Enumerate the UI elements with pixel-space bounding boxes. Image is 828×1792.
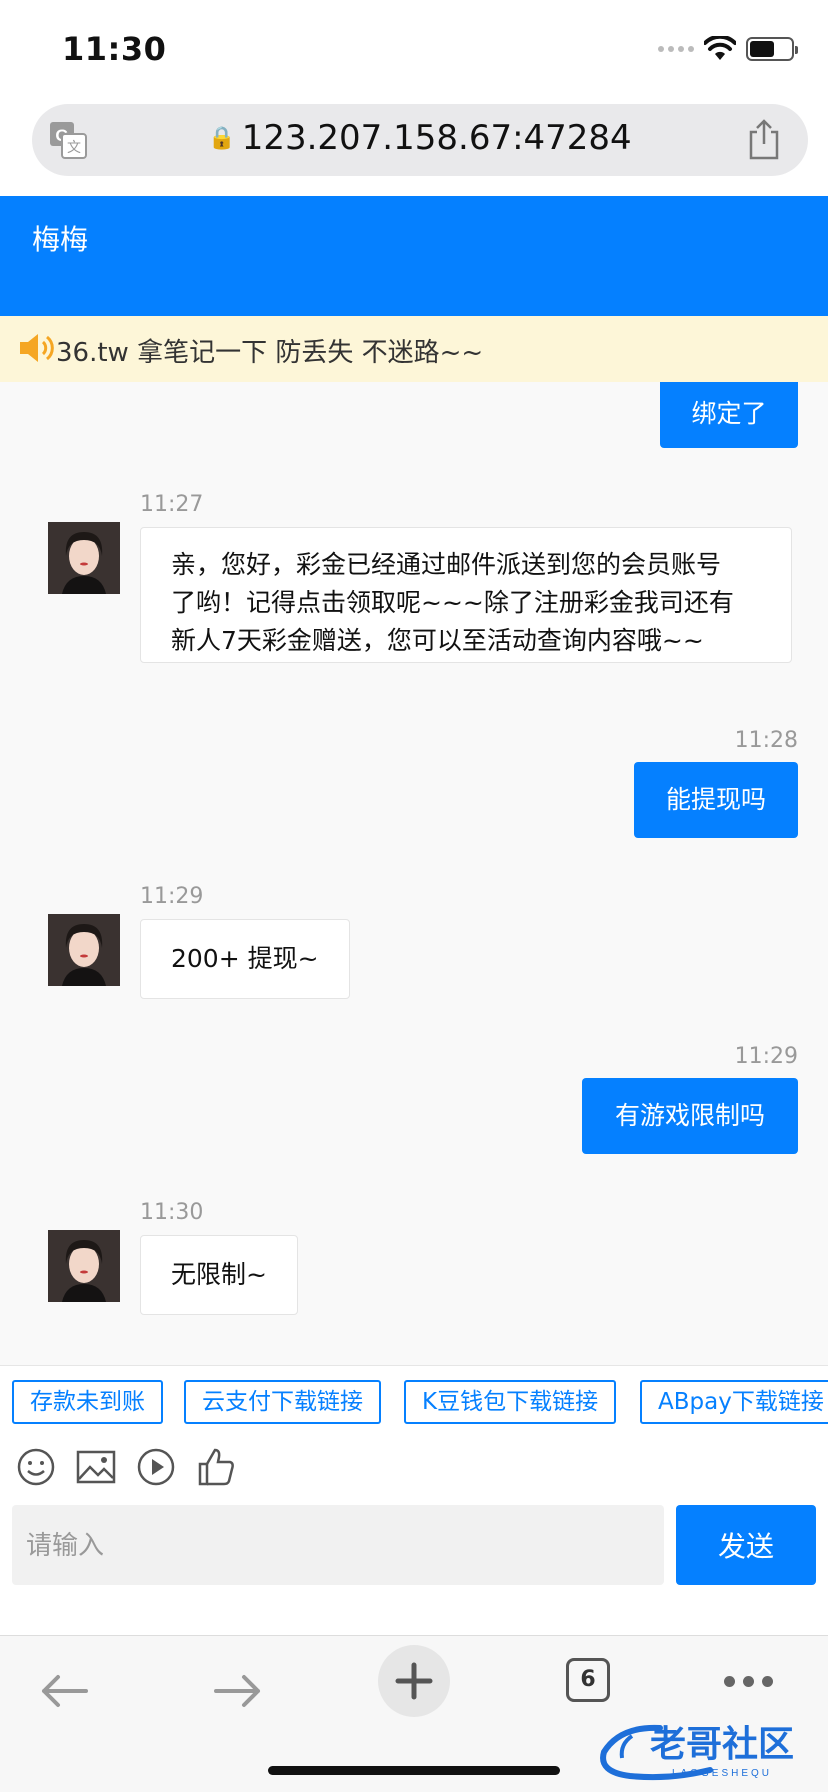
message-input[interactable] — [12, 1505, 664, 1585]
status-bar: 11:30 — [0, 0, 828, 96]
message-time: 11:29 — [734, 1044, 798, 1069]
new-tab-button[interactable] — [378, 1645, 450, 1717]
message-bubble-outgoing: 能提现吗 — [634, 762, 798, 838]
message-bubble-incoming: 无限制~ — [140, 1235, 298, 1315]
browser-toolbar: 6 老哥社区 LAOGESHEQU — [0, 1635, 828, 1792]
message-bubble-outgoing: 绑定了 — [660, 382, 798, 448]
url-display[interactable]: 🔒 123.207.158.67:47284 — [32, 118, 808, 158]
message-text: 无限制~ — [171, 1260, 267, 1289]
chat-header: 梅梅 — [0, 196, 828, 316]
message-text-line: 新人7天彩金赠送，您可以至活动查询内容哦~~ — [171, 626, 704, 655]
thumbs-up-icon[interactable] — [196, 1447, 236, 1487]
share-icon[interactable] — [746, 118, 782, 160]
url-text: 123.207.158.67:47284 — [241, 118, 632, 158]
agent-avatar-image — [48, 1230, 120, 1302]
emoji-icon[interactable] — [16, 1447, 56, 1487]
wifi-icon — [704, 36, 736, 60]
watermark-subtext: LAOGESHEQU — [672, 1768, 772, 1779]
avatar[interactable] — [48, 914, 120, 986]
composer: 发送 — [0, 1505, 828, 1635]
battery-icon — [746, 37, 798, 61]
watermark-text: 老哥社区 — [650, 1724, 794, 1765]
speaker-icon — [20, 334, 54, 362]
plus-icon — [395, 1662, 433, 1700]
home-indicator[interactable] — [268, 1766, 560, 1775]
message-time: 11:27 — [140, 492, 204, 517]
message-time: 11:28 — [734, 728, 798, 753]
status-time: 11:30 — [62, 30, 167, 68]
composer-tools — [0, 1435, 828, 1505]
battery-level — [750, 41, 774, 57]
tabs-button[interactable]: 6 — [566, 1658, 610, 1702]
cellular-signal-icon — [658, 46, 694, 52]
agent-avatar-image — [48, 522, 120, 594]
image-icon[interactable] — [76, 1447, 116, 1487]
lock-icon: 🔒 — [208, 126, 236, 151]
message-text: 有游戏限制吗 — [614, 1101, 765, 1130]
message-text-line: 了哟！记得点击领取呢~~~除了注册彩金我司还有 — [171, 588, 734, 617]
message-bubble-incoming: 亲，您好，彩金已经通过邮件派送到您的会员账号 了哟！记得点击领取呢~~~除了注册… — [140, 527, 792, 663]
message-text: 绑定了 — [691, 399, 767, 428]
message-text: 200+ 提现~ — [171, 944, 319, 973]
quick-reply-button[interactable]: 云支付下载链接 — [184, 1380, 381, 1424]
back-icon[interactable] — [40, 1674, 88, 1708]
quick-reply-button[interactable]: 存款未到账 — [12, 1380, 163, 1424]
message-bubble-incoming: 200+ 提现~ — [140, 919, 350, 999]
send-button[interactable]: 发送 — [676, 1505, 816, 1585]
quick-reply-bar[interactable]: 存款未到账 云支付下载链接 K豆钱包下载链接 ABpay下载链接 — [0, 1365, 828, 1435]
avatar[interactable] — [48, 1230, 120, 1302]
address-bar[interactable]: G 文 🔒123.207.158.67:47284 — [32, 104, 808, 176]
chat-title: 梅梅 — [32, 223, 89, 256]
message-time: 11:30 — [140, 1200, 204, 1225]
forward-icon[interactable] — [214, 1674, 262, 1708]
avatar[interactable] — [48, 522, 120, 594]
agent-avatar-image — [48, 914, 120, 986]
more-icon[interactable] — [724, 1676, 773, 1687]
video-icon[interactable] — [136, 1447, 176, 1487]
quick-reply-button[interactable]: ABpay下载链接 — [640, 1380, 828, 1424]
message-text: 能提现吗 — [665, 785, 766, 814]
watermark-logo: 老哥社区 LAOGESHEQU — [600, 1724, 794, 1781]
chat-area[interactable]: 绑定了 11:27 亲，您好，彩金已经通过邮件派送到您的会员账号 了哟！记得点击… — [0, 382, 828, 1365]
notice-bar: 36.tw 拿笔记一下 防丢失 不迷路~~ — [0, 316, 828, 382]
status-icons — [658, 36, 798, 62]
message-time: 11:29 — [140, 884, 204, 909]
notice-text: 36.tw 拿笔记一下 防丢失 不迷路~~ — [56, 338, 484, 368]
quick-reply-button[interactable]: K豆钱包下载链接 — [404, 1380, 617, 1424]
message-bubble-outgoing: 有游戏限制吗 — [582, 1078, 798, 1154]
message-text-line: 亲，您好，彩金已经通过邮件派送到您的会员账号 — [171, 550, 722, 579]
